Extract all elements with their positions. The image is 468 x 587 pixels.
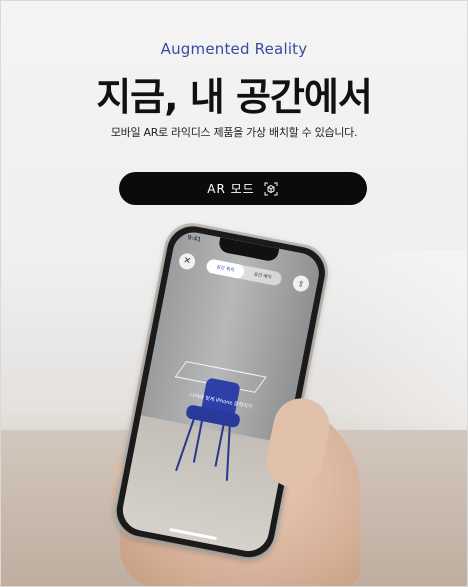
phone-body: 9:41 ✕ 공간 위치 공간 배치 ⇪ 나이에 맞게 iPhone 움직이기 (112, 221, 330, 562)
page-subtitle: 모바일 AR로 라익디스 제품을 가상 배치할 수 있습니다. (110, 126, 358, 139)
page: Augmented Reality 지금, 내 공간에서 모바일 AR로 라익디… (0, 0, 468, 587)
phone-screen: 9:41 ✕ 공간 위치 공간 배치 ⇪ 나이에 맞게 iPhone 움직이기 (119, 228, 323, 555)
page-title: 지금, 내 공간에서 (96, 75, 373, 119)
ar-cube-icon (264, 182, 278, 195)
eyebrow-label: Augmented Reality (160, 40, 308, 58)
ar-mode-button-label: AR 모드 (207, 182, 255, 196)
ar-mode-button[interactable]: AR 모드 (119, 172, 367, 205)
